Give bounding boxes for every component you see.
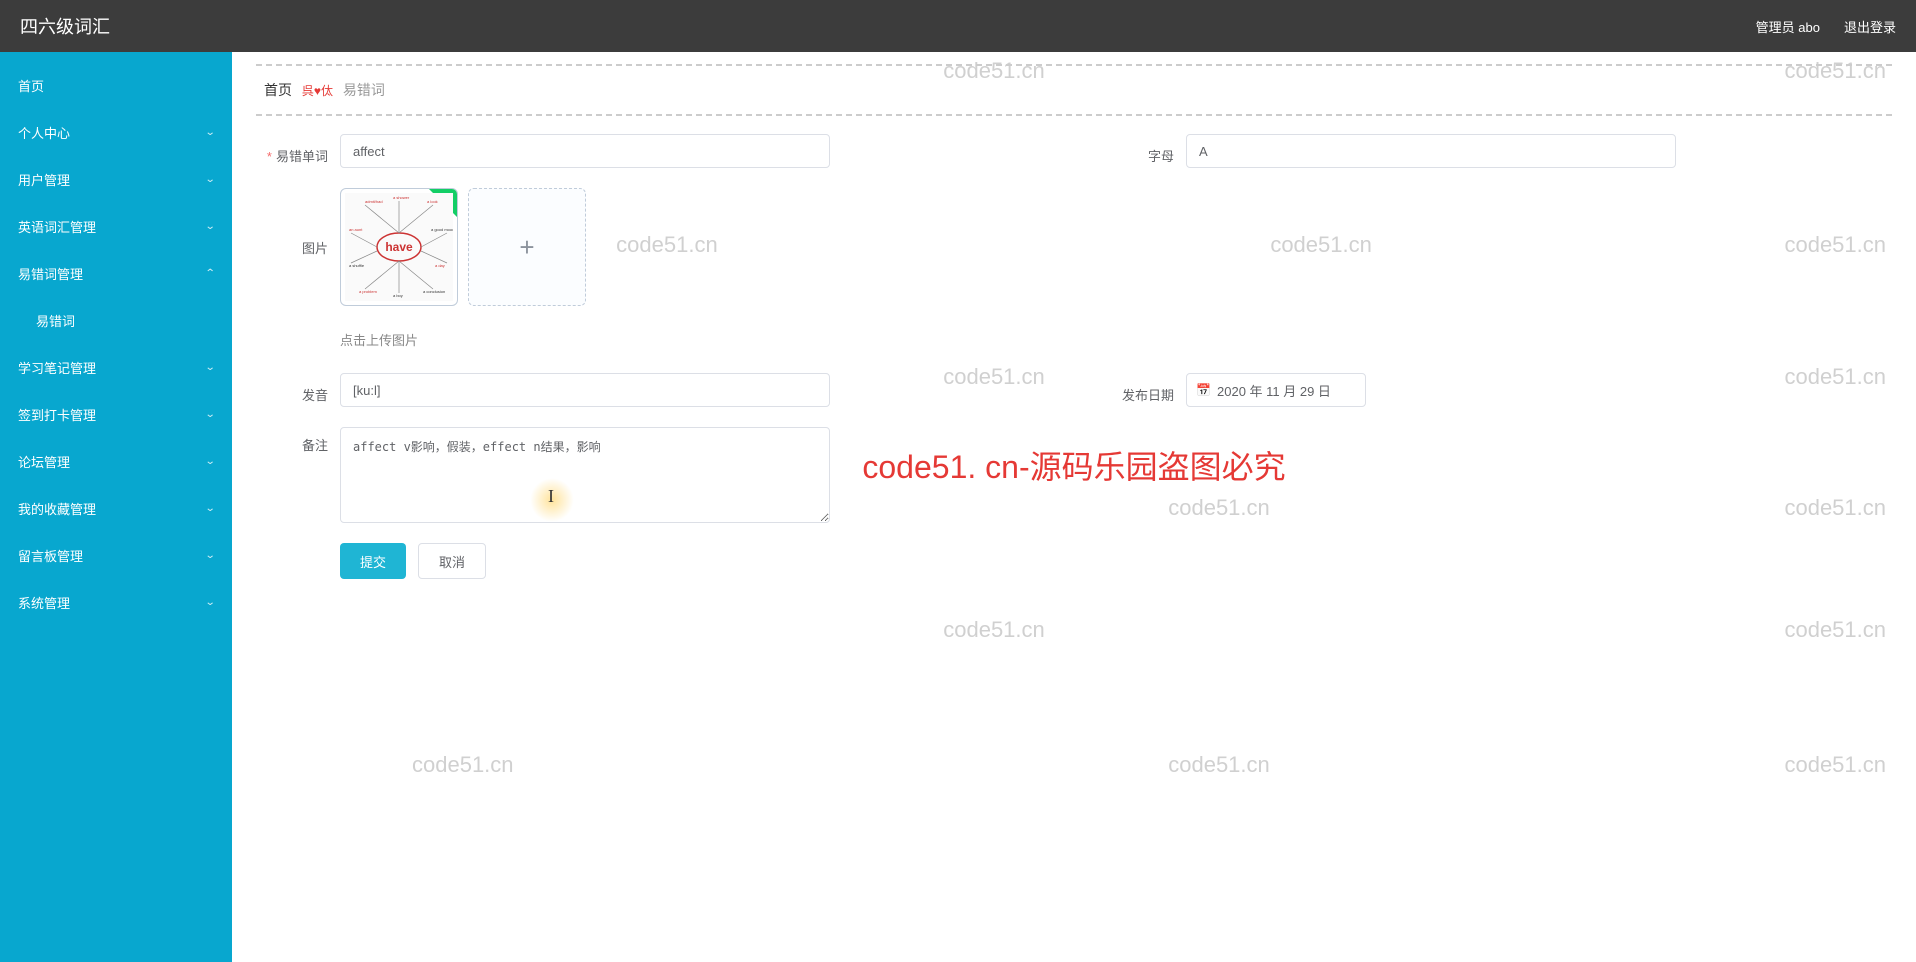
chevron-down-icon: ⌄	[204, 174, 215, 185]
breadcrumb-current: 易错词	[343, 82, 385, 98]
chevron-down-icon: ⌄	[204, 127, 215, 138]
svg-text:an aunt: an aunt	[349, 227, 363, 232]
chevron-down-icon: ⌄	[204, 221, 215, 232]
sidebar: 首页 个人中心⌄ 用户管理⌄ 英语词汇管理⌄ 易错词管理⌃ 易错词 学习笔记管理…	[0, 52, 232, 962]
sidebar-item-user-mgmt[interactable]: 用户管理⌄	[0, 156, 232, 203]
svg-text:a problem: a problem	[359, 289, 377, 294]
chevron-down-icon: ⌄	[204, 456, 215, 467]
word-label: 易错单词	[256, 138, 328, 165]
remark-textarea[interactable]: affect v影响，假装，effect n结果，影响	[340, 427, 830, 523]
logout-link[interactable]: 退出登录	[1844, 17, 1896, 36]
svg-text:a boy: a boy	[393, 293, 403, 298]
mindmap-thumbnail: have admit/had	[345, 193, 453, 301]
word-input[interactable]	[340, 134, 830, 168]
sidebar-item-notes-mgmt[interactable]: 学习笔记管理⌄	[0, 344, 232, 391]
pron-label: 发音	[256, 377, 328, 404]
sidebar-item-forum-mgmt[interactable]: 论坛管理⌄	[0, 438, 232, 485]
date-label: 发布日期	[1114, 377, 1174, 404]
sidebar-item-favorites-mgmt[interactable]: 我的收藏管理⌄	[0, 485, 232, 532]
sidebar-item-checkin-mgmt[interactable]: 签到打卡管理⌄	[0, 391, 232, 438]
plus-icon: +	[519, 232, 534, 263]
letter-label: 字母	[1114, 138, 1174, 165]
svg-text:have: have	[385, 240, 413, 254]
svg-text:a look: a look	[427, 199, 438, 204]
watermark-text: code51.cn	[1784, 752, 1886, 778]
image-label: 图片	[256, 188, 328, 257]
uploaded-image-thumb[interactable]: have admit/had	[340, 188, 458, 306]
remark-label: 备注	[256, 427, 328, 454]
sidebar-item-personal[interactable]: 个人中心⌄	[0, 109, 232, 156]
svg-text:a good mood: a good mood	[431, 227, 453, 232]
svg-text:admit/had: admit/had	[365, 199, 383, 204]
watermark-text: code51.cn	[943, 617, 1045, 643]
watermark-text: code51.cn	[1784, 617, 1886, 643]
main-content: code51.cn code51.cn code51.cn code51.cn cod…	[232, 52, 1916, 962]
chevron-down-icon: ⌄	[204, 550, 215, 561]
pron-input[interactable]	[340, 373, 830, 407]
chevron-down-icon: ⌄	[204, 597, 215, 608]
admin-link[interactable]: 管理员 abo	[1756, 17, 1820, 36]
breadcrumb: 首页 呉♥㑀 易错词	[256, 64, 1892, 116]
svg-text:a day: a day	[435, 263, 445, 268]
sidebar-item-error-word-mgmt[interactable]: 易错词管理⌃	[0, 250, 232, 297]
chevron-up-icon: ⌃	[204, 268, 215, 279]
app-title: 四六级词汇	[20, 13, 110, 39]
svg-text:a conclusion: a conclusion	[423, 289, 445, 294]
calendar-icon: 📅	[1196, 383, 1211, 397]
date-input[interactable]	[1186, 373, 1366, 407]
watermark-text: code51.cn	[412, 752, 514, 778]
svg-text:a shuffle: a shuffle	[349, 263, 365, 268]
upload-tip: 点击上传图片	[340, 326, 1892, 349]
chevron-down-icon: ⌄	[204, 409, 215, 420]
header-actions: 管理员 abo 退出登录	[1756, 17, 1896, 36]
sidebar-item-vocab-mgmt[interactable]: 英语词汇管理⌄	[0, 203, 232, 250]
chevron-down-icon: ⌄	[204, 362, 215, 373]
breadcrumb-home[interactable]: 首页	[264, 82, 292, 98]
letter-input[interactable]	[1186, 134, 1676, 168]
sidebar-item-home[interactable]: 首页	[0, 62, 232, 109]
svg-text:a shower: a shower	[393, 195, 410, 200]
submit-button[interactable]: 提交	[340, 543, 406, 579]
cancel-button[interactable]: 取消	[418, 543, 486, 579]
sidebar-item-error-word[interactable]: 易错词	[0, 297, 232, 344]
sidebar-item-message-board[interactable]: 留言板管理⌄	[0, 532, 232, 579]
watermark-text: code51.cn	[1168, 752, 1270, 778]
chevron-down-icon: ⌄	[204, 503, 215, 514]
breadcrumb-separator: 呉♥㑀	[302, 84, 333, 98]
upload-add-button[interactable]: +	[468, 188, 586, 306]
top-header: 四六级词汇 管理员 abo 退出登录	[0, 0, 1916, 52]
sidebar-item-system-mgmt[interactable]: 系统管理⌄	[0, 579, 232, 626]
